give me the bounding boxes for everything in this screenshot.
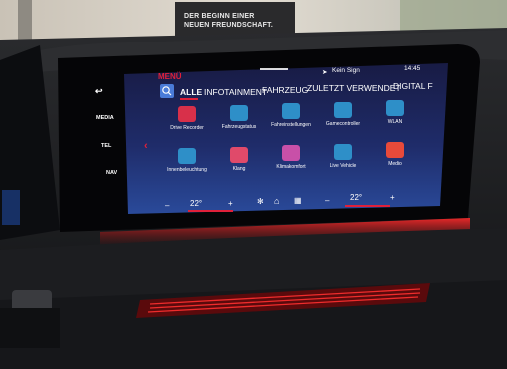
tab-digital[interactable]: DIGITAL F	[393, 81, 433, 91]
tab-fahrzeug[interactable]: FAHRZEUG	[262, 85, 308, 95]
app-label[interactable]: Live Vehicle	[315, 163, 371, 169]
fan-icon[interactable]: ✻	[257, 197, 264, 206]
wifi-icon[interactable]	[386, 100, 404, 116]
car-status-icon[interactable]	[230, 104, 248, 121]
camera-icon[interactable]	[178, 106, 196, 122]
media-button[interactable]: MEDIA	[96, 115, 114, 121]
sound-icon[interactable]	[230, 146, 248, 163]
home-icon[interactable]: ⌂	[274, 196, 279, 206]
temp-left-plus[interactable]: +	[228, 199, 233, 208]
live-vehicle-icon[interactable]	[334, 143, 352, 160]
clock: 14:45	[404, 65, 421, 72]
gamepad-icon[interactable]	[334, 101, 352, 118]
back-icon[interactable]: ↩	[95, 86, 103, 97]
temp-right-minus[interactable]: –	[325, 196, 329, 205]
temp-right-value: 22°	[350, 193, 363, 202]
app-label[interactable]: Innenbeleuchtung	[159, 167, 215, 173]
app-label[interactable]: Fahrzeugstatus	[211, 124, 267, 130]
temp-right-bar	[345, 205, 390, 207]
app-label[interactable]: Medio	[367, 161, 423, 167]
temp-left-bar	[188, 210, 233, 212]
poster-line-1: DER BEGINN EINER	[184, 13, 255, 20]
search-button[interactable]	[160, 84, 174, 98]
app-label[interactable]: Klimakomfort	[263, 164, 319, 170]
tab-infotainment[interactable]: INFOTAINMENT	[204, 87, 267, 97]
tab-alle[interactable]: ALLE	[180, 87, 202, 97]
search-icon	[162, 86, 172, 96]
car-settings-icon[interactable]	[282, 103, 300, 119]
interior-light-icon[interactable]	[178, 148, 196, 164]
temp-left-value: 22°	[190, 199, 203, 208]
climate-icon[interactable]	[282, 145, 300, 161]
chevron-left-icon[interactable]: ‹	[144, 140, 148, 152]
tab-zuletzt-verwendet[interactable]: ZULETZT VERWENDET	[307, 83, 401, 93]
poster-line-2: NEUEN FREUNDSCHAFT.	[184, 22, 273, 29]
car-interior-photo: DER BEGINN EINER NEUEN FREUNDSCHAFT. ↩ M…	[0, 0, 507, 369]
media-icon[interactable]	[386, 142, 404, 158]
tel-button[interactable]: TEL	[101, 143, 111, 149]
app-label[interactable]: WLAN	[367, 119, 423, 125]
drag-handle[interactable]	[260, 68, 288, 70]
photo-background	[0, 0, 507, 369]
app-label[interactable]: Drive Recorder	[159, 125, 215, 131]
app-label[interactable]: Fahreinstellungen	[263, 122, 319, 128]
nav-button[interactable]: NAV	[106, 170, 117, 176]
app-label[interactable]: Gamecontroller	[315, 121, 371, 127]
location-icon: ➤	[322, 69, 328, 76]
menu-title: MENÜ	[158, 72, 182, 81]
signal-status: Kein Sign	[332, 67, 360, 74]
temp-right-plus[interactable]: +	[390, 193, 395, 202]
temp-left-minus[interactable]: –	[165, 201, 169, 210]
app-label[interactable]: Klang	[211, 166, 267, 172]
apps-grid-icon[interactable]: ▦	[294, 196, 302, 205]
active-tab-indicator	[180, 98, 198, 100]
